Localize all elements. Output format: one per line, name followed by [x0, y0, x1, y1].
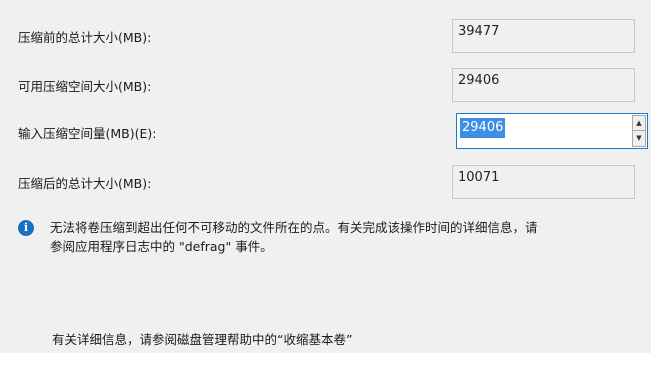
info-icon: i — [18, 220, 34, 236]
available-space-value: 29406 — [452, 68, 635, 102]
shrink-amount-label: 输入压缩空间量(MB)(E): — [18, 126, 157, 141]
info-message-line-1: 无法将卷压缩到超出任何不可移动的文件所在的点。有关完成该操作时间的详细信息，请 — [50, 220, 538, 235]
info-message-line-2: 参阅应用程序日志中的 "defrag" 事件。 — [50, 239, 273, 254]
total-before-value: 39477 — [452, 19, 635, 53]
spin-buttons[interactable]: ▲ ▼ — [632, 115, 646, 147]
total-before-label: 压缩前的总计大小(MB): — [18, 30, 152, 45]
spin-down-button[interactable]: ▼ — [632, 131, 646, 147]
available-space-label: 可用压缩空间大小(MB): — [18, 79, 152, 94]
help-text: 有关详细信息，请参阅磁盘管理帮助中的“收缩基本卷” — [52, 332, 353, 347]
spin-up-button[interactable]: ▲ — [632, 115, 646, 131]
total-after-label: 压缩后的总计大小(MB): — [18, 176, 152, 191]
total-after-value: 10071 — [452, 165, 635, 199]
shrink-dialog-panel: 压缩前的总计大小(MB): 39477 可用压缩空间大小(MB): 29406 … — [0, 0, 651, 353]
shrink-amount-input[interactable]: 29406 ▲ ▼ — [456, 113, 648, 149]
triangle-down-icon: ▼ — [636, 134, 642, 142]
info-message: 无法将卷压缩到超出任何不可移动的文件所在的点。有关完成该操作时间的详细信息，请 … — [50, 218, 640, 256]
triangle-up-icon: ▲ — [636, 118, 642, 127]
shrink-amount-value[interactable]: 29406 — [460, 118, 506, 138]
